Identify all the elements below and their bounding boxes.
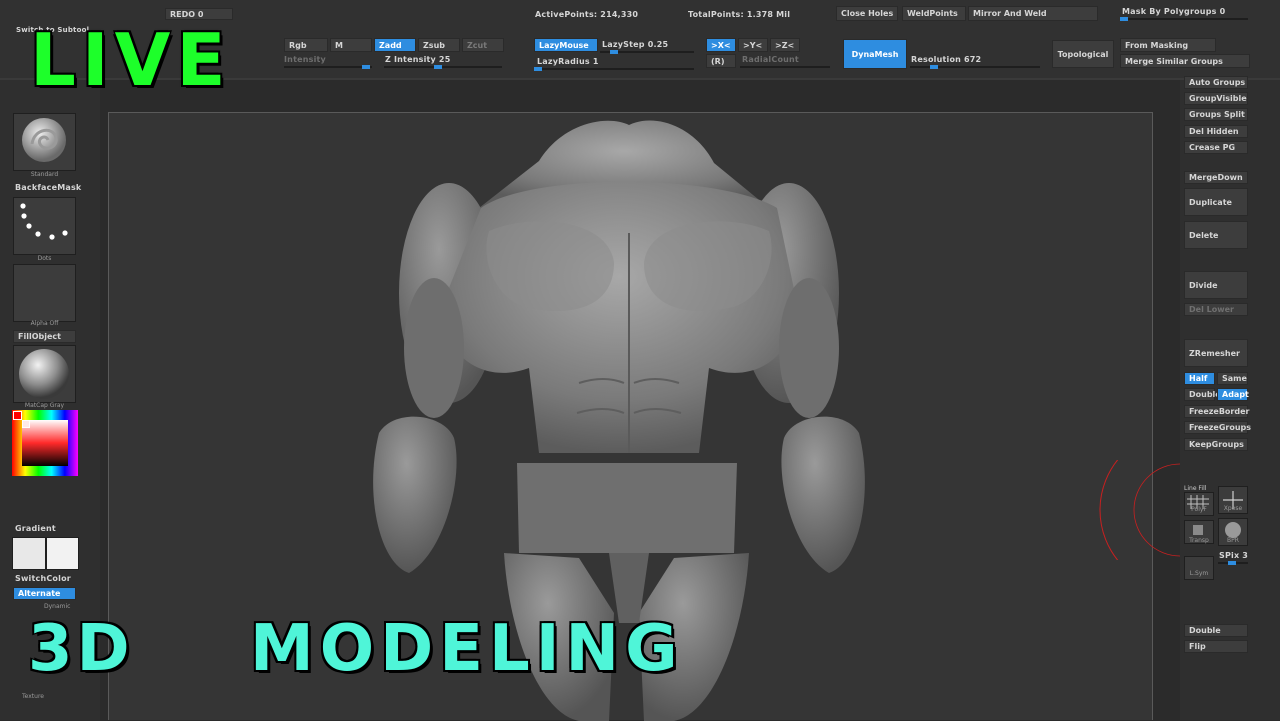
resolution-slider[interactable] xyxy=(910,65,1040,69)
zsub-button[interactable]: Zsub xyxy=(418,38,460,52)
active-points-readout: ActivePoints: 214,330 xyxy=(535,10,639,19)
radial-count-slider[interactable] xyxy=(740,66,830,68)
divide-button[interactable]: Divide xyxy=(1184,271,1248,299)
brush-caption: Standard xyxy=(30,171,59,178)
backface-mask-toggle[interactable]: BackfaceMask xyxy=(15,183,81,192)
modeling-overlay-title: MODELING xyxy=(250,612,684,686)
lazy-mouse-button[interactable]: LazyMouse xyxy=(534,38,598,52)
z-intensity-label[interactable]: Z Intensity 25 xyxy=(385,55,450,64)
zcut-button[interactable]: Zcut xyxy=(462,38,504,52)
alternate-button[interactable]: Alternate xyxy=(13,587,76,600)
same-button[interactable]: Same xyxy=(1217,372,1248,385)
material-thumbnail[interactable] xyxy=(13,345,76,403)
gradient-color-b[interactable] xyxy=(46,537,79,570)
del-hidden-button[interactable]: Del Hidden xyxy=(1184,125,1248,138)
switch-color-button[interactable]: SwitchColor xyxy=(15,574,71,583)
from-masking-button[interactable]: From Masking xyxy=(1120,38,1216,52)
radial-symmetry-button[interactable]: (R) xyxy=(706,54,736,68)
secondary-color-swatch[interactable] xyxy=(22,420,30,428)
stroke-thumbnail[interactable] xyxy=(13,197,76,255)
radial-count-label[interactable]: RadialCount xyxy=(742,55,799,64)
flip-button[interactable]: Flip xyxy=(1184,640,1248,653)
auto-groups-button[interactable]: Auto Groups xyxy=(1184,76,1248,89)
freeze-groups-button[interactable]: FreezeGroups xyxy=(1184,421,1251,434)
brush-cursor-circle xyxy=(1099,460,1180,560)
mask-by-polygroups-slider[interactable] xyxy=(1120,17,1248,21)
double-sided-button[interactable]: Double xyxy=(1184,624,1248,637)
lazy-radius-label[interactable]: LazyRadius 1 xyxy=(537,57,599,66)
freeze-border-button[interactable]: FreezeBorder xyxy=(1184,405,1249,418)
resolution-label[interactable]: Resolution 672 xyxy=(911,55,981,64)
zremesher-button[interactable]: ZRemesher xyxy=(1184,339,1248,367)
del-lower-button[interactable]: Del Lower xyxy=(1184,303,1248,316)
symmetry-y-button[interactable]: >Y< xyxy=(738,38,768,52)
dynamesh-button[interactable]: DynaMesh xyxy=(843,39,907,69)
rgb-button[interactable]: Rgb xyxy=(284,38,328,52)
polyf-caption: PolyF xyxy=(1191,506,1207,513)
zadd-button[interactable]: Zadd xyxy=(374,38,416,52)
double-button[interactable]: Double xyxy=(1184,388,1221,401)
transp-caption: Transp xyxy=(1189,537,1209,544)
group-visible-button[interactable]: GroupVisible xyxy=(1184,92,1248,105)
merge-down-button[interactable]: MergeDown xyxy=(1184,171,1248,184)
xpose-caption: Xpose xyxy=(1223,505,1243,512)
merge-similar-groups-button[interactable]: Merge Similar Groups xyxy=(1120,54,1250,68)
dots-stroke-icon xyxy=(20,203,68,240)
standard-brush-icon xyxy=(22,118,66,162)
fill-object-button[interactable]: FillObject xyxy=(13,330,76,343)
total-points-readout: TotalPoints: 1.378 Mil xyxy=(688,10,791,19)
m-button[interactable]: M xyxy=(330,38,372,52)
mirror-and-weld-button[interactable]: Mirror And Weld xyxy=(968,6,1098,21)
rgb-intensity-slider[interactable] xyxy=(284,65,372,69)
crease-pg-button[interactable]: Crease PG xyxy=(1184,141,1248,154)
brush-thumbnail[interactable] xyxy=(13,113,76,171)
dynamic-label[interactable]: Dynamic xyxy=(44,603,70,610)
half-button[interactable]: Half xyxy=(1184,372,1215,385)
lazy-step-slider[interactable] xyxy=(600,50,694,54)
spix-slider[interactable] xyxy=(1218,561,1248,565)
live-overlay-title: LIVE xyxy=(30,18,232,102)
duplicate-button[interactable]: Duplicate xyxy=(1184,188,1248,216)
alpha-thumbnail[interactable] xyxy=(13,264,76,322)
topological-button[interactable]: Topological xyxy=(1052,40,1114,68)
symmetry-x-button[interactable]: >X< xyxy=(706,38,736,52)
matcap-gray-sphere-icon xyxy=(19,349,69,399)
delete-button[interactable]: Delete xyxy=(1184,221,1248,249)
gradient-label[interactable]: Gradient xyxy=(15,524,56,533)
main-color-swatch[interactable] xyxy=(13,411,22,420)
lazy-radius-slider[interactable] xyxy=(534,67,694,71)
rgb-intensity-label[interactable]: Intensity xyxy=(284,55,326,64)
lazy-step-label[interactable]: LazyStep 0.25 xyxy=(602,40,668,49)
alpha-caption: Alpha Off xyxy=(30,320,59,327)
mask-by-polygroups-slider-label[interactable]: Mask By Polygroups 0 xyxy=(1122,7,1225,16)
texture-caption: Texture xyxy=(22,693,44,700)
keep-groups-button[interactable]: KeepGroups xyxy=(1184,438,1248,451)
gradient-color-a[interactable] xyxy=(12,537,46,570)
stroke-caption: Dots xyxy=(37,255,52,262)
line-fill-label[interactable]: Line Fill xyxy=(1184,485,1206,492)
lsym-caption: L.Sym xyxy=(1189,570,1209,577)
material-caption: MatCap Gray xyxy=(24,402,65,409)
symmetry-z-button[interactable]: >Z< xyxy=(770,38,800,52)
groups-split-button[interactable]: Groups Split xyxy=(1184,108,1248,121)
spix-label[interactable]: SPix 3 xyxy=(1219,551,1248,560)
adapt-button[interactable]: Adapt xyxy=(1217,388,1249,401)
z-intensity-slider[interactable] xyxy=(384,65,502,69)
close-holes-button[interactable]: Close Holes xyxy=(836,6,898,21)
bpr-caption: BPR xyxy=(1227,537,1239,544)
3d-overlay-title: 3D xyxy=(28,612,134,686)
weld-points-button[interactable]: WeldPoints xyxy=(902,6,966,21)
